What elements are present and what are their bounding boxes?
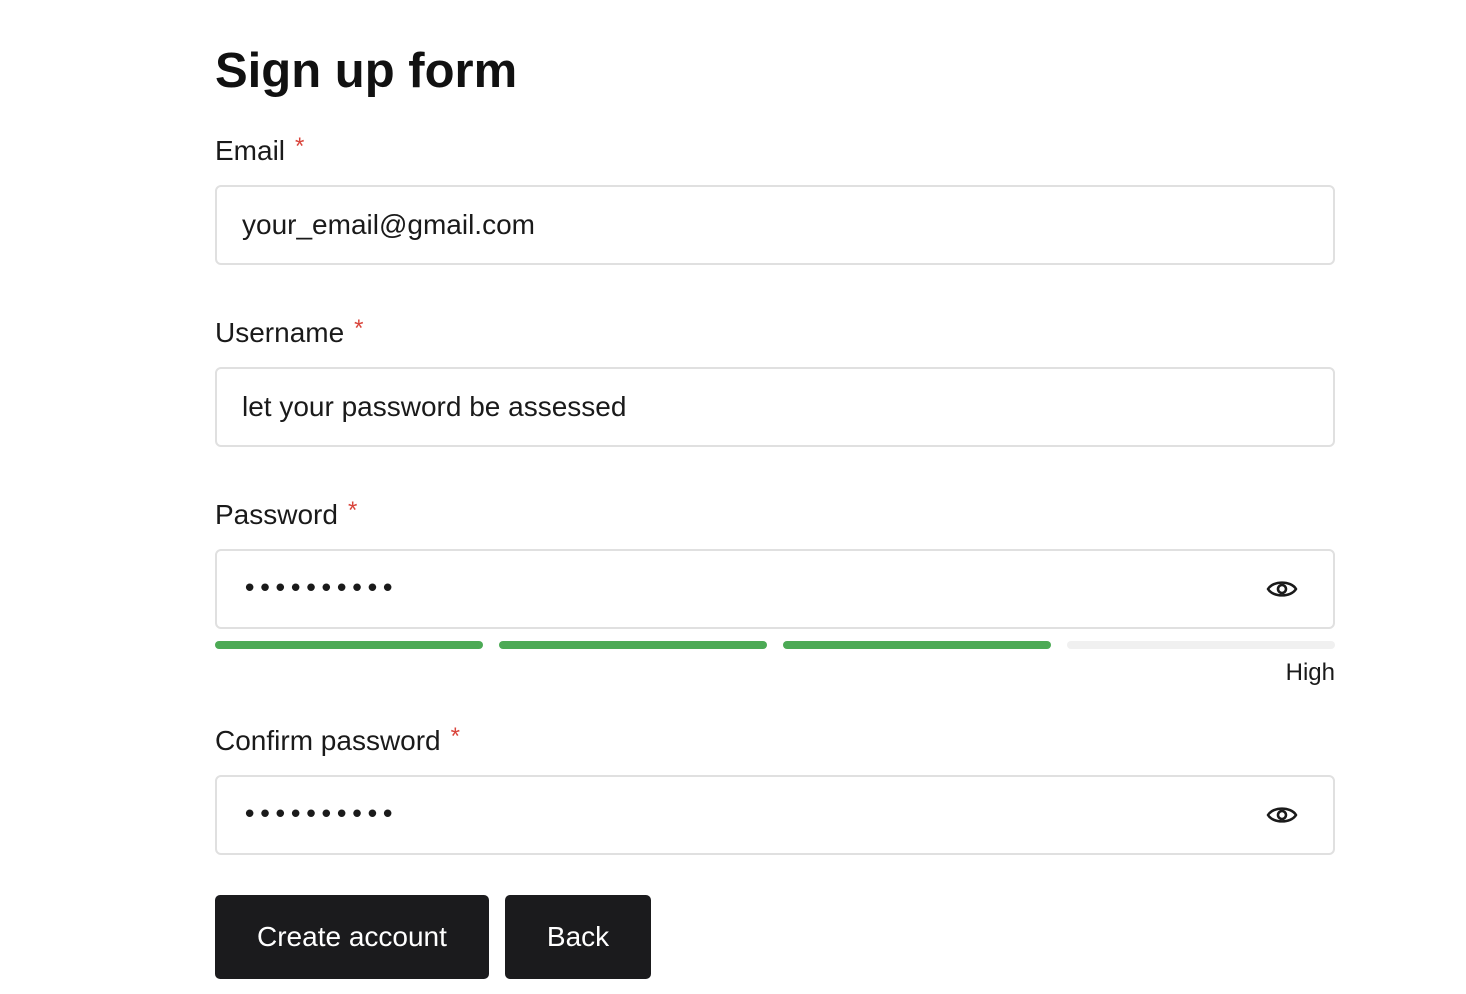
- required-marker: *: [450, 723, 460, 750]
- confirm-password-label-text: Confirm password: [215, 725, 441, 756]
- strength-segment-empty: [1067, 641, 1335, 649]
- password-label-text: Password: [215, 499, 338, 530]
- eye-icon: [1266, 581, 1298, 597]
- back-button[interactable]: Back: [504, 895, 652, 979]
- page-title: Sign up form: [215, 44, 518, 98]
- signup-form: Sign up form Email * your_email@gmail.com…: [215, 40, 1335, 979]
- password-strength-label: High: [1285, 659, 1335, 686]
- form-actions: Create account Back: [215, 895, 1335, 979]
- email-input-value: your_email@gmail.com: [242, 209, 535, 240]
- password-input[interactable]: ••••••••••: [215, 549, 1335, 629]
- username-field-group: Username * let your password be assessed: [215, 315, 1335, 447]
- password-input-value: ••••••••••: [242, 574, 396, 604]
- username-label: Username *: [215, 315, 1335, 349]
- password-visibility-toggle[interactable]: [1265, 572, 1299, 606]
- password-field-group: Password * •••••••••• High: [215, 497, 1335, 689]
- email-field-group: Email * your_email@gmail.com: [215, 133, 1335, 265]
- confirm-password-label: Confirm password *: [215, 723, 1335, 757]
- strength-segment-filled: [215, 641, 483, 649]
- username-label-text: Username: [215, 317, 345, 348]
- required-marker: *: [347, 497, 358, 524]
- confirm-password-visibility-toggle[interactable]: [1265, 798, 1299, 832]
- strength-segment-filled: [783, 641, 1051, 649]
- email-input[interactable]: your_email@gmail.com: [215, 185, 1335, 265]
- username-input-value: let your password be assessed: [242, 391, 627, 422]
- password-label: Password *: [215, 497, 1335, 531]
- eye-icon: [1266, 807, 1298, 823]
- confirm-password-input[interactable]: ••••••••••: [215, 775, 1335, 855]
- strength-segment-filled: [499, 641, 767, 649]
- email-label: Email *: [215, 133, 1335, 167]
- email-label-text: Email: [215, 135, 286, 166]
- create-account-button[interactable]: Create account: [215, 895, 489, 979]
- confirm-password-input-value: ••••••••••: [242, 800, 396, 830]
- required-marker: *: [354, 315, 364, 342]
- username-input[interactable]: let your password be assessed: [215, 367, 1335, 447]
- password-strength-meter: [215, 641, 1335, 649]
- required-marker: *: [295, 133, 305, 160]
- confirm-password-field-group: Confirm password * ••••••••••: [215, 723, 1335, 855]
